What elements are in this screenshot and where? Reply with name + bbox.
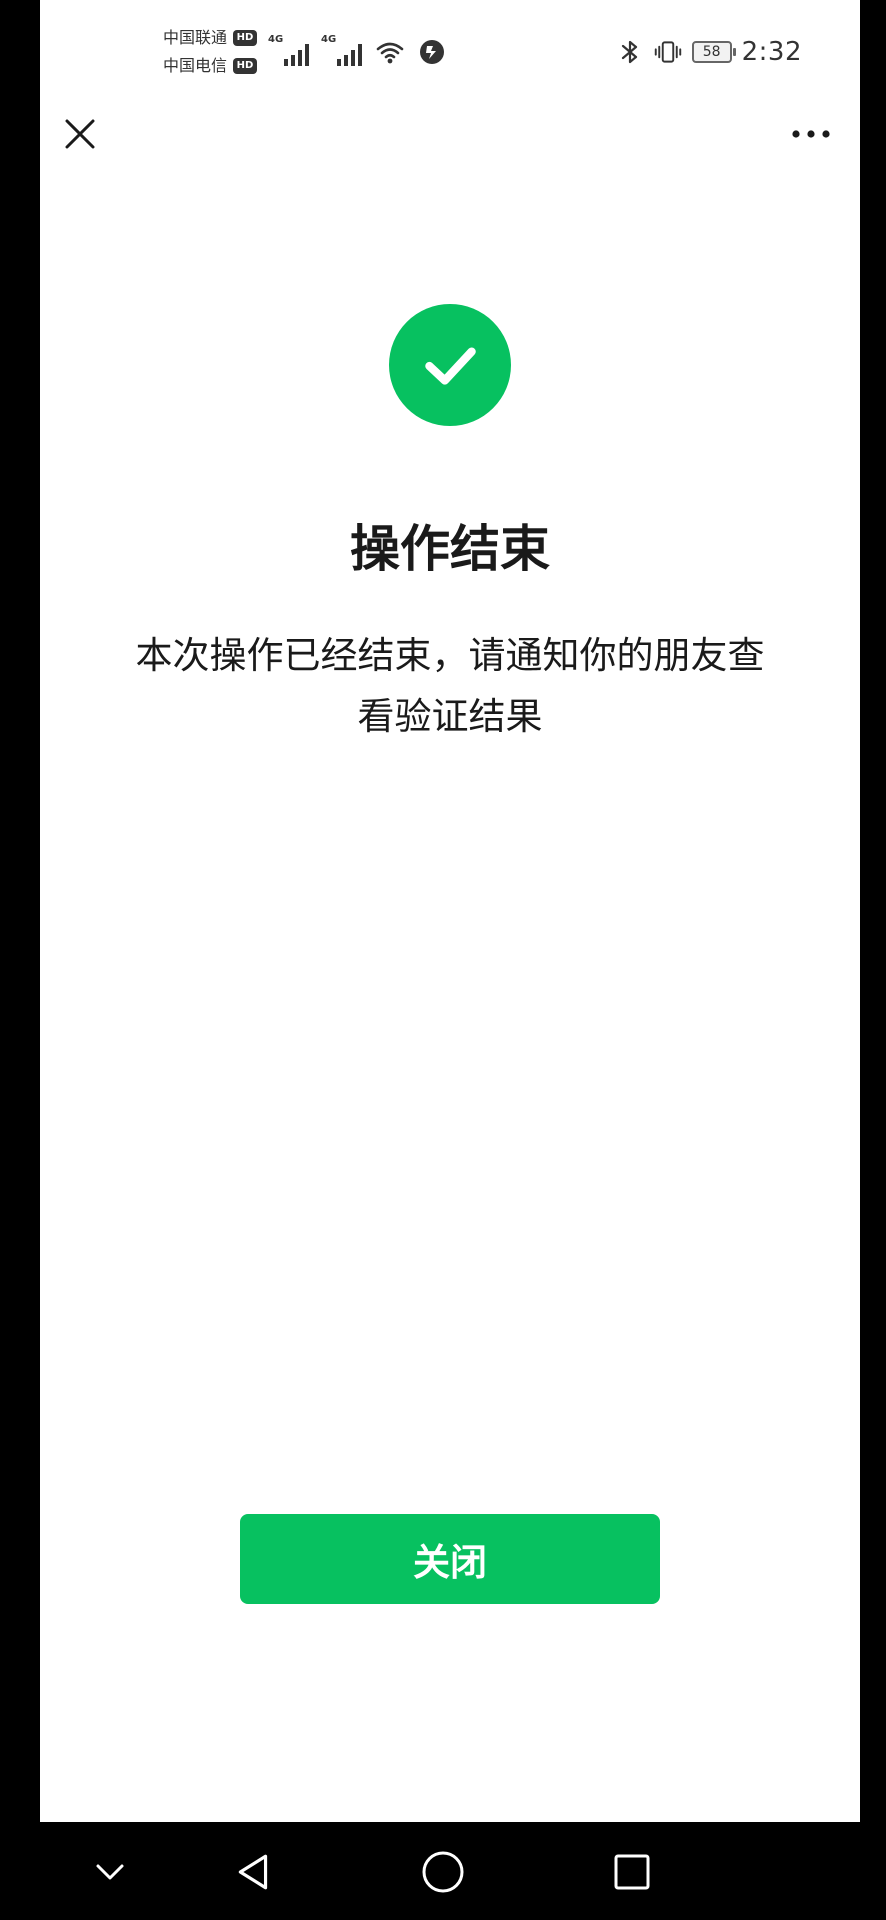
signal-strength-icon: 4G — [268, 34, 309, 66]
viewport: 中国联通 HD 中国电信 HD 4G 4G 58 2:32 操作结束 本次操作已… — [0, 0, 886, 1920]
description-line: 本次操作已经结束，请通知你的朋友查 — [135, 634, 765, 677]
status-time: 2:32 — [741, 37, 802, 67]
nav-recents-button[interactable] — [602, 1842, 662, 1902]
page-title: 操作结束 — [350, 520, 550, 578]
battery-level: 58 — [702, 44, 721, 60]
carrier-name: 中国联通 — [163, 28, 228, 47]
battery-icon: 58 — [691, 41, 736, 63]
success-badge — [389, 304, 511, 426]
checkmark-icon — [425, 347, 476, 385]
bluetooth-icon — [621, 40, 637, 64]
more-icon — [792, 130, 830, 138]
system-nav-bar — [0, 1822, 886, 1920]
hd-badge: HD — [233, 30, 258, 46]
signal-group: 4G 4G — [268, 34, 446, 66]
carrier-list: 中国联通 HD 中国电信 HD — [163, 26, 258, 78]
wifi-icon — [376, 42, 404, 64]
carrier-name: 中国电信 — [163, 56, 228, 75]
network-type-label: 4G — [268, 34, 284, 45]
more-button[interactable] — [786, 112, 836, 156]
right-status-group: 58 2:32 — [616, 36, 802, 68]
network-type-label: 4G — [321, 34, 337, 45]
data-icon — [420, 40, 444, 64]
hd-badge: HD — [233, 58, 258, 74]
carrier-row: 中国电信 HD — [163, 54, 258, 78]
close-button[interactable] — [58, 112, 102, 156]
vibrate-icon — [654, 41, 681, 63]
status-bar: 中国联通 HD 中国电信 HD 4G 4G 58 2:32 — [40, 0, 860, 104]
description-line: 看验证结果 — [357, 695, 543, 738]
result-description: 本次操作已经结束，请通知你的朋友查 看验证结果 — [110, 625, 790, 747]
carrier-row: 中国联通 HD — [163, 26, 258, 50]
home-circle-icon — [422, 1851, 464, 1893]
close-action-button[interactable]: 关闭 — [240, 1514, 660, 1604]
nav-collapse-button[interactable] — [80, 1842, 140, 1902]
nav-back-button[interactable] — [224, 1842, 284, 1902]
signal-strength-icon: 4G — [321, 34, 362, 66]
phone-screen: 中国联通 HD 中国电信 HD 4G 4G 58 2:32 操作结束 本次操作已… — [40, 0, 860, 1822]
top-nav — [40, 104, 860, 164]
chevron-down-icon — [96, 1864, 124, 1880]
back-triangle-icon — [238, 1854, 268, 1890]
close-icon — [65, 119, 95, 149]
recents-square-icon — [614, 1854, 650, 1890]
nav-home-button[interactable] — [413, 1842, 473, 1902]
